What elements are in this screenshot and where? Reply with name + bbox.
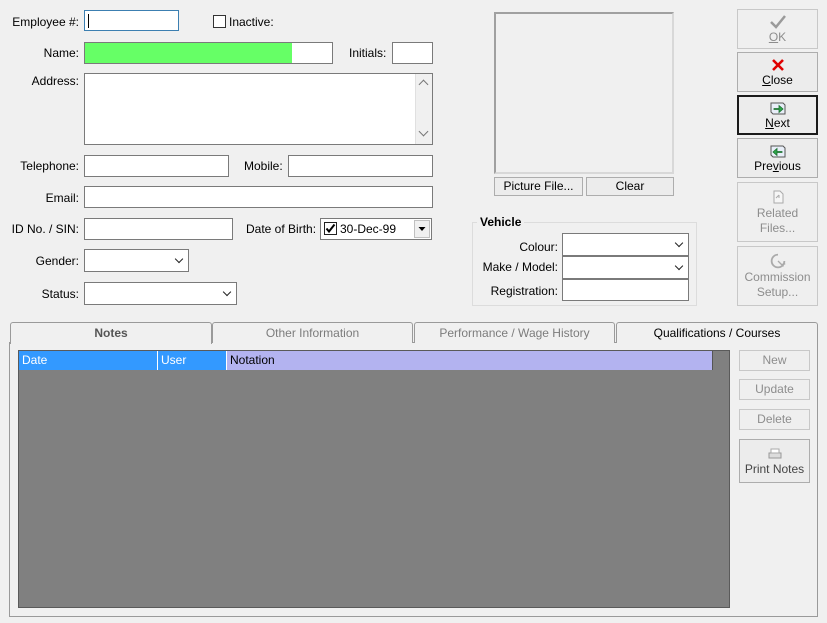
commission-icon [768, 253, 788, 270]
date-of-birth-label: Date of Birth: [246, 222, 317, 236]
next-arrow-icon [768, 99, 788, 116]
email-field[interactable] [84, 186, 433, 208]
gender-select[interactable] [84, 249, 189, 272]
next-button-label: Next [765, 116, 790, 130]
employee-number-label: Employee #: [12, 15, 79, 29]
make-model-select[interactable] [562, 256, 689, 279]
inactive-checkbox[interactable] [213, 15, 226, 28]
chevron-down-icon [220, 283, 234, 304]
date-of-birth-value: 30-Dec-99 [340, 222, 397, 236]
related-files-label-1: Related [756, 205, 799, 220]
address-textarea[interactable] [84, 73, 433, 145]
telephone-label: Telephone: [20, 159, 79, 173]
ok-button[interactable]: OK [737, 9, 818, 49]
chevron-down-icon [172, 250, 186, 271]
commission-setup-button[interactable]: Commission Setup... [737, 246, 818, 306]
date-of-birth-checkbox[interactable] [324, 222, 337, 235]
name-label: Name: [43, 46, 79, 60]
print-notes-label: Print Notes [744, 462, 805, 476]
clear-picture-button[interactable]: Clear [586, 177, 674, 196]
scroll-up-icon[interactable] [418, 79, 429, 90]
gender-label: Gender: [35, 254, 79, 268]
scroll-down-icon[interactable] [418, 126, 429, 137]
inactive-label: Inactive: [229, 15, 274, 29]
registration-label: Registration: [490, 284, 558, 298]
commission-setup-label-2: Setup... [756, 284, 799, 299]
update-note-button[interactable]: Update [739, 379, 810, 400]
status-label: Status: [41, 287, 79, 301]
dropdown-arrow-icon [418, 227, 426, 231]
commission-setup-label-1: Commission [744, 269, 811, 284]
picture-file-button[interactable]: Picture File... [494, 177, 583, 196]
ok-button-label: OK [768, 30, 787, 44]
initials-label: Initials: [349, 46, 387, 60]
grid-header-user[interactable]: User [158, 351, 227, 370]
close-button[interactable]: Close [737, 52, 818, 92]
close-button-label: Close [762, 73, 793, 87]
checkmark-icon [768, 13, 788, 30]
address-label: Address: [31, 74, 79, 88]
id-number-field[interactable] [84, 218, 233, 240]
telephone-field[interactable] [84, 155, 229, 177]
date-of-birth-picker[interactable]: 30-Dec-99 [320, 218, 432, 240]
printer-icon [765, 445, 785, 462]
id-number-label: ID No. / SIN: [11, 222, 79, 236]
related-files-icon [768, 189, 788, 206]
chevron-down-icon [672, 234, 686, 255]
vehicle-group-title: Vehicle [477, 215, 525, 229]
registration-field[interactable] [562, 279, 689, 301]
previous-button[interactable]: Previous [737, 138, 818, 178]
make-model-label: Make / Model: [482, 260, 558, 274]
tab-performance-wage-history[interactable]: Performance / Wage History [414, 322, 615, 343]
colour-label: Colour: [519, 240, 558, 254]
grid-header-date[interactable]: Date [19, 351, 158, 370]
address-scrollbar[interactable] [415, 74, 432, 144]
email-label: Email: [45, 191, 79, 205]
status-select[interactable] [84, 282, 237, 305]
new-note-button[interactable]: New [739, 350, 810, 371]
date-dropdown-button[interactable] [414, 220, 430, 238]
next-button[interactable]: Next [737, 95, 818, 135]
tab-other-information[interactable]: Other Information [212, 322, 413, 343]
related-files-button[interactable]: Related Files... [737, 182, 818, 242]
employee-picture-frame [494, 12, 674, 174]
delete-note-button[interactable]: Delete [739, 409, 810, 430]
mobile-label: Mobile: [244, 159, 283, 173]
related-files-label-2: Files... [759, 220, 796, 235]
name-highlight [85, 43, 293, 63]
tab-notes[interactable]: Notes [10, 322, 212, 344]
initials-field[interactable] [392, 42, 433, 64]
text-caret [88, 14, 89, 28]
chevron-down-icon [672, 257, 686, 278]
checkmark-icon [325, 223, 336, 234]
employee-number-field[interactable] [84, 10, 179, 31]
previous-button-label: Previous [754, 159, 801, 173]
tab-qualifications-courses[interactable]: Qualifications / Courses [616, 322, 818, 343]
print-notes-button[interactable]: Print Notes [739, 439, 810, 483]
grid-header-notation[interactable]: Notation [227, 351, 713, 370]
notes-grid[interactable] [18, 350, 730, 608]
name-field[interactable] [84, 42, 333, 64]
colour-select[interactable] [562, 233, 689, 256]
previous-arrow-icon [768, 142, 788, 159]
red-x-icon [768, 56, 788, 73]
mobile-field[interactable] [288, 155, 433, 177]
